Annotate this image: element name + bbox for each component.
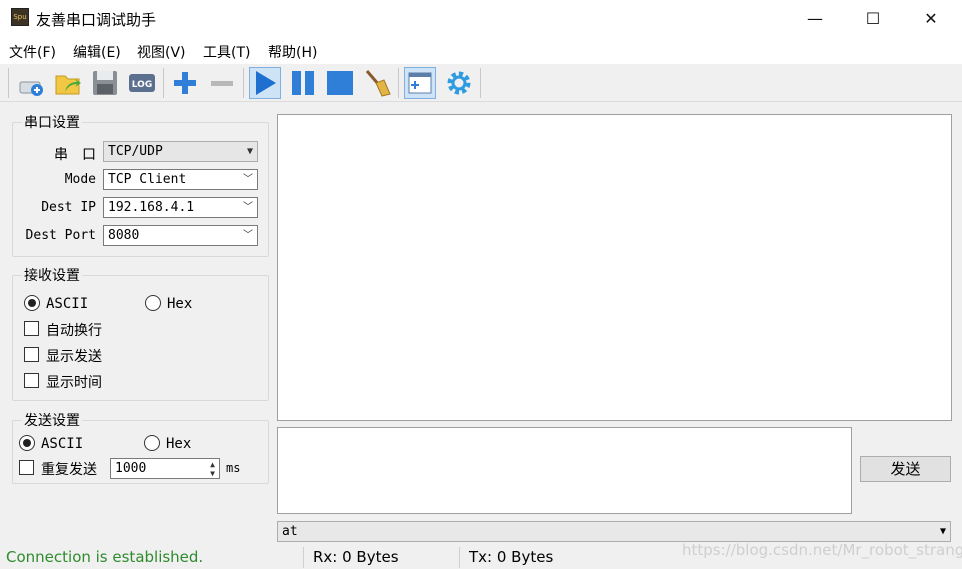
dropdown-arrow-icon: ▼ xyxy=(246,146,253,157)
menu-help[interactable]: 帮助(H) xyxy=(268,42,317,62)
auto-wrap-checkbox[interactable] xyxy=(24,321,39,336)
rx-bytes: Rx: 0 Bytes xyxy=(313,548,399,566)
dest-port-label: Dest Port xyxy=(25,228,96,243)
remove-icon[interactable] xyxy=(206,67,238,99)
log-icon[interactable]: LOG xyxy=(126,67,158,99)
dest-ip-label: Dest IP xyxy=(41,200,96,215)
toolbar-separator xyxy=(480,68,481,98)
toolbar-separator xyxy=(398,68,399,98)
stop-icon[interactable] xyxy=(324,67,356,99)
send-ascii-label: ASCII xyxy=(41,436,84,452)
close-button[interactable]: ✕ xyxy=(902,0,960,36)
repeat-interval-spinbox[interactable]: 1000 ▲ ▼ xyxy=(110,458,220,479)
new-session-icon[interactable] xyxy=(15,67,47,99)
repeat-interval-value: 1000 xyxy=(115,461,147,476)
window-title: 友善串口调试助手 xyxy=(36,11,157,29)
receive-text-area[interactable] xyxy=(277,114,952,421)
toolbar-separator xyxy=(163,68,164,98)
serial-settings-title: 串口设置 xyxy=(22,112,82,132)
command-history-value: at xyxy=(282,524,298,539)
show-send-label: 显示发送 xyxy=(46,349,102,365)
send-button[interactable]: 发送 xyxy=(860,456,951,482)
command-history-select[interactable]: at ▼ xyxy=(277,521,951,542)
send-hex-radio[interactable] xyxy=(144,435,160,451)
status-separator xyxy=(459,547,460,568)
repeat-send-checkbox[interactable] xyxy=(19,460,34,475)
receive-settings-title: 接收设置 xyxy=(22,265,82,285)
send-text-area[interactable] xyxy=(277,427,852,514)
auto-wrap-label: 自动换行 xyxy=(46,323,102,339)
mode-select[interactable]: TCP Client ﹀ xyxy=(103,169,258,190)
dest-port-value: 8080 xyxy=(108,228,140,243)
interval-unit-label: ms xyxy=(226,461,241,475)
menu-tools[interactable]: 工具(T) xyxy=(203,42,250,62)
receive-hex-label: Hex xyxy=(167,296,193,312)
dest-ip-select[interactable]: 192.168.4.1 ﹀ xyxy=(103,197,258,218)
show-time-checkbox[interactable] xyxy=(24,373,39,388)
send-settings-title: 发送设置 xyxy=(22,410,82,430)
chevron-down-icon: ﹀ xyxy=(243,230,253,241)
add-icon[interactable] xyxy=(169,67,201,99)
layout-icon[interactable] xyxy=(404,67,436,99)
chevron-down-icon: ﹀ xyxy=(243,174,253,185)
show-time-label: 显示时间 xyxy=(46,375,102,391)
tx-bytes: Tx: 0 Bytes xyxy=(469,548,554,566)
minimize-button[interactable]: — xyxy=(786,0,844,36)
port-select[interactable]: TCP/UDP ▼ xyxy=(103,141,258,162)
show-send-checkbox[interactable] xyxy=(24,347,39,362)
dest-port-select[interactable]: 8080 ﹀ xyxy=(103,225,258,246)
menu-file[interactable]: 文件(F) xyxy=(9,42,56,62)
connection-status: Connection is established. xyxy=(6,548,204,566)
send-hex-label: Hex xyxy=(166,436,192,452)
settings-gear-icon[interactable] xyxy=(443,67,475,99)
receive-hex-radio[interactable] xyxy=(145,295,161,311)
chevron-down-icon: ﹀ xyxy=(243,202,253,213)
log-icon-text: LOG xyxy=(132,80,152,90)
dest-ip-value: 192.168.4.1 xyxy=(108,200,195,215)
clear-broom-icon[interactable] xyxy=(361,67,393,99)
watermark-text: https://blog.csdn.net/Mr_robot_strange xyxy=(682,541,962,559)
menu-edit[interactable]: 编辑(E) xyxy=(73,42,121,62)
port-value: TCP/UDP xyxy=(108,144,163,159)
maximize-button[interactable]: ☐ xyxy=(844,0,902,36)
mode-label: Mode xyxy=(64,172,96,187)
status-separator xyxy=(303,547,304,568)
open-folder-icon[interactable] xyxy=(52,67,84,99)
mode-value: TCP Client xyxy=(108,172,187,187)
port-label: 串 口 xyxy=(54,147,96,163)
send-ascii-radio[interactable] xyxy=(19,435,35,451)
pause-icon[interactable] xyxy=(287,67,319,99)
dropdown-arrow-icon: ▼ xyxy=(939,526,946,537)
repeat-send-label: 重复发送 xyxy=(41,462,97,478)
start-icon[interactable] xyxy=(249,67,281,99)
save-icon[interactable] xyxy=(89,67,121,99)
spin-arrows-icon[interactable]: ▲ ▼ xyxy=(210,460,215,478)
receive-ascii-radio[interactable] xyxy=(24,295,40,311)
app-icon: Spu xyxy=(11,8,29,26)
receive-ascii-label: ASCII xyxy=(46,296,89,312)
toolbar-separator xyxy=(243,68,244,98)
toolbar-grip xyxy=(8,68,9,98)
menu-view[interactable]: 视图(V) xyxy=(137,42,186,62)
